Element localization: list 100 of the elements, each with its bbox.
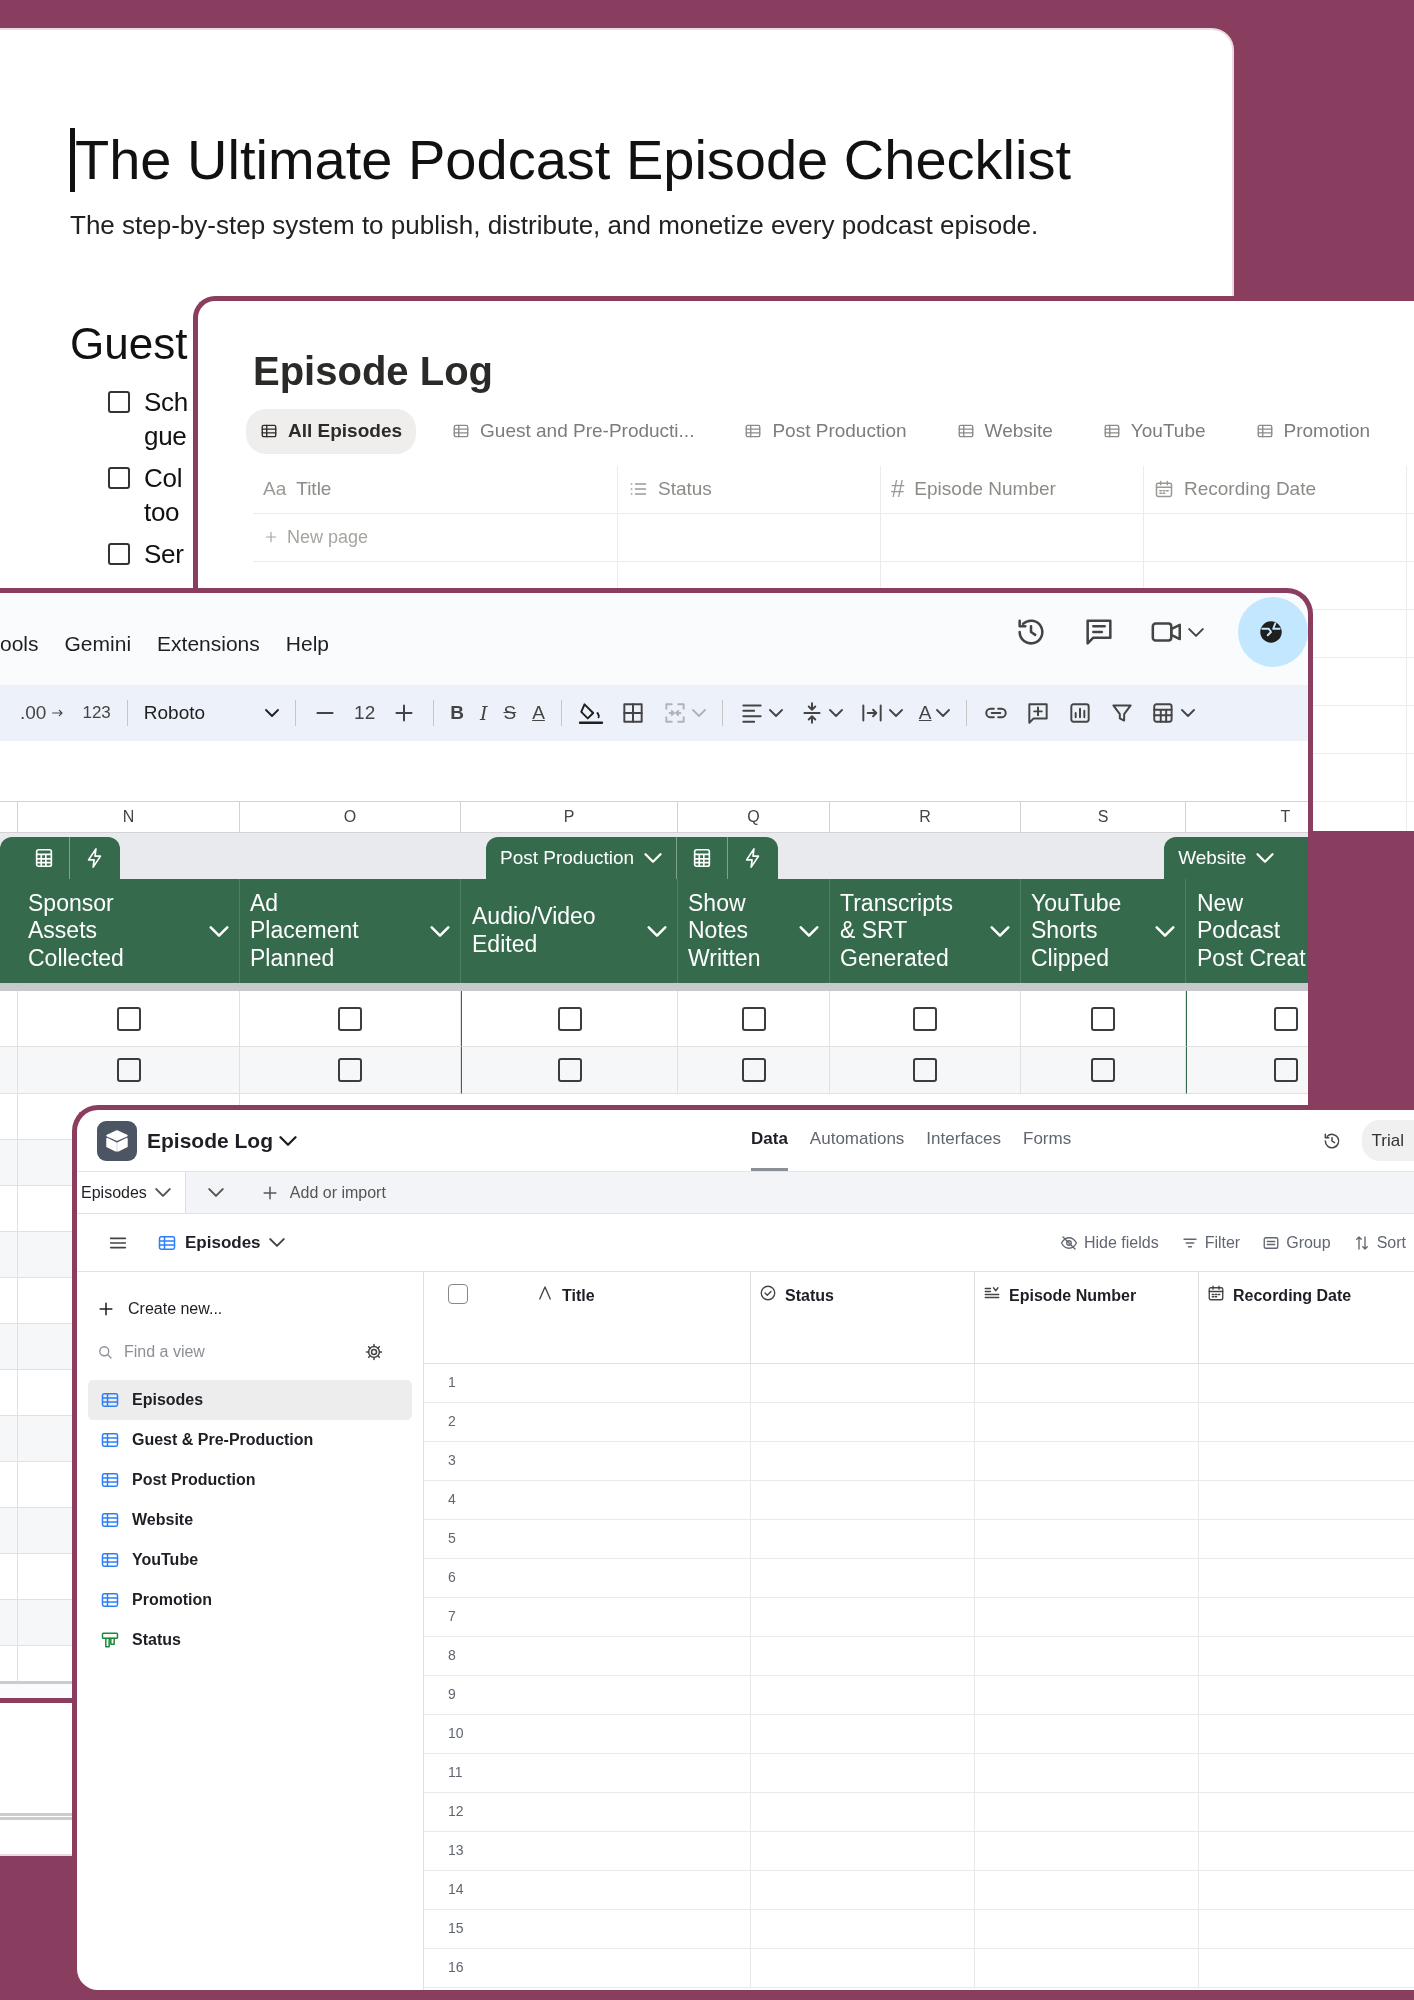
- checkbox[interactable]: [1091, 1006, 1115, 1031]
- group-chip[interactable]: [0, 837, 120, 879]
- column-letter[interactable]: Q: [678, 801, 830, 833]
- checkbox[interactable]: [116, 1058, 141, 1082]
- column-letter[interactable]: O: [240, 801, 461, 833]
- column-letter[interactable]: S: [1021, 801, 1186, 833]
- column-letter[interactable]: N: [18, 801, 240, 833]
- italic-button[interactable]: I: [479, 698, 488, 728]
- caret-icon[interactable]: [1188, 627, 1204, 637]
- column-header[interactable]: Audio/Video Edited: [461, 879, 678, 983]
- caret-icon: [1180, 709, 1195, 717]
- checkbox[interactable]: [108, 467, 130, 490]
- view-tab[interactable]: All Episodes: [246, 409, 417, 454]
- nav-tab[interactable]: Forms: [1023, 1110, 1072, 1171]
- column-letter[interactable]: R: [830, 801, 1021, 833]
- row-number: 10: [448, 1725, 464, 1741]
- view-tab[interactable]: YouTube: [1088, 409, 1220, 454]
- checkbox[interactable]: [1274, 1058, 1298, 1082]
- calendar-icon: [1154, 479, 1174, 499]
- column-header[interactable]: Title: [424, 1272, 751, 1363]
- view-tab[interactable]: Post Production: [730, 409, 921, 454]
- toolbar-button[interactable]: Sort: [1344, 1230, 1414, 1255]
- board-icon: [100, 1630, 120, 1650]
- column-header[interactable]: Transcripts & SRT Generated: [830, 879, 1021, 983]
- table-tab[interactable]: Episodes: [77, 1172, 186, 1213]
- column-letter[interactable]: T: [1186, 801, 1308, 833]
- sidebar-item[interactable]: YouTube: [88, 1540, 412, 1580]
- select-all-checkbox[interactable]: [448, 1284, 468, 1304]
- column-header[interactable]: Sponsor Assets Collected: [18, 879, 240, 983]
- sidebar-item[interactable]: Post Production: [88, 1460, 412, 1500]
- row-number: 6: [448, 1569, 456, 1585]
- checkbox[interactable]: [557, 1006, 582, 1031]
- column-label: Title: [296, 476, 332, 501]
- menu-item[interactable]: Extensions: [157, 628, 260, 660]
- column-header[interactable]: New Podcast Post Creat: [1186, 879, 1308, 983]
- checkbox[interactable]: [338, 1058, 362, 1082]
- caret-icon: [644, 853, 663, 863]
- search-field[interactable]: Find a view: [124, 1340, 354, 1364]
- row-number: 13: [448, 1842, 464, 1858]
- checkbox[interactable]: [338, 1006, 362, 1031]
- view-tab[interactable]: Guest and Pre-Producti...: [438, 409, 709, 454]
- column-header[interactable]: Episode Number: [975, 1272, 1199, 1363]
- checkbox[interactable]: [108, 543, 130, 566]
- view-tab[interactable]: Promotion: [1241, 409, 1385, 454]
- caret-icon: [828, 709, 843, 717]
- trial-button[interactable]: Trial: [1361, 1119, 1414, 1162]
- checklist-item-text: Ser: [144, 538, 184, 572]
- sidebar-item[interactable]: Episodes: [88, 1380, 412, 1420]
- nav-tab[interactable]: Interfaces: [926, 1110, 1001, 1171]
- group-chip[interactable]: Website: [1164, 837, 1308, 879]
- row-number: 8: [448, 1647, 456, 1663]
- sidebar-item[interactable]: Website: [88, 1500, 412, 1540]
- base-name-button[interactable]: Episode Log: [147, 1124, 297, 1157]
- text-property-icon: Aa: [263, 474, 287, 504]
- checkbox[interactable]: [557, 1058, 582, 1082]
- column-header[interactable]: Show Notes Written: [678, 879, 830, 983]
- bold-button[interactable]: B: [450, 698, 464, 728]
- font-size-field[interactable]: 12: [354, 698, 376, 728]
- view-tab[interactable]: Website: [942, 409, 1067, 454]
- group-chip[interactable]: Post Production: [486, 837, 779, 879]
- column-letter-cell[interactable]: [0, 801, 18, 833]
- checkbox[interactable]: [741, 1058, 766, 1082]
- create-new-button[interactable]: Create new...: [88, 1294, 231, 1324]
- checkbox[interactable]: [741, 1006, 766, 1031]
- checkbox[interactable]: [1091, 1058, 1115, 1082]
- font-dropdown[interactable]: Roboto: [143, 698, 280, 728]
- sidebar-item[interactable]: Promotion: [88, 1580, 412, 1620]
- checkbox[interactable]: [108, 391, 130, 414]
- menu-item[interactable]: Help: [285, 628, 329, 660]
- sidebar-item[interactable]: Status: [88, 1620, 412, 1660]
- column-header[interactable]: Status: [751, 1272, 975, 1363]
- grid-icon: [100, 1430, 120, 1450]
- checkbox[interactable]: [913, 1006, 937, 1031]
- text-rotation-button[interactable]: A: [918, 698, 950, 728]
- toolbar-button[interactable]: Hide fields: [1051, 1230, 1167, 1255]
- toolbar-button[interactable]: Filter: [1172, 1230, 1249, 1255]
- view-switcher[interactable]: Episodes: [151, 1228, 291, 1257]
- page-rule: [0, 1813, 72, 1820]
- grid-icon: [100, 1590, 120, 1610]
- add-import-button[interactable]: Add or import: [245, 1172, 400, 1213]
- column-letter[interactable]: P: [461, 801, 678, 833]
- column-header[interactable]: YouTube Shorts Clipped: [1021, 879, 1186, 983]
- settings-icon[interactable]: [364, 1342, 384, 1362]
- group-label: Post Production: [500, 845, 635, 870]
- menu-item[interactable]: ools: [0, 628, 39, 660]
- toolbar-button[interactable]: Group: [1254, 1230, 1339, 1255]
- fill-color-icon[interactable]: [577, 700, 604, 726]
- text-color-button[interactable]: A: [532, 698, 545, 728]
- sidebar-item[interactable]: Guest & Pre-Production: [88, 1420, 412, 1460]
- column-header[interactable]: Ad Placement Planned: [240, 879, 461, 983]
- number-format-button[interactable]: 123: [82, 700, 111, 726]
- checkbox[interactable]: [913, 1058, 937, 1082]
- column-header[interactable]: Recording Date: [1199, 1272, 1414, 1363]
- checkbox[interactable]: [116, 1006, 141, 1031]
- checkbox[interactable]: [1274, 1006, 1298, 1031]
- decimal-button[interactable]: .00: [20, 698, 67, 728]
- menu-item[interactable]: Gemini: [64, 628, 132, 660]
- caret-icon: [265, 709, 280, 717]
- strikethrough-button[interactable]: S: [503, 698, 517, 728]
- nav-tab[interactable]: Automations: [809, 1110, 905, 1171]
